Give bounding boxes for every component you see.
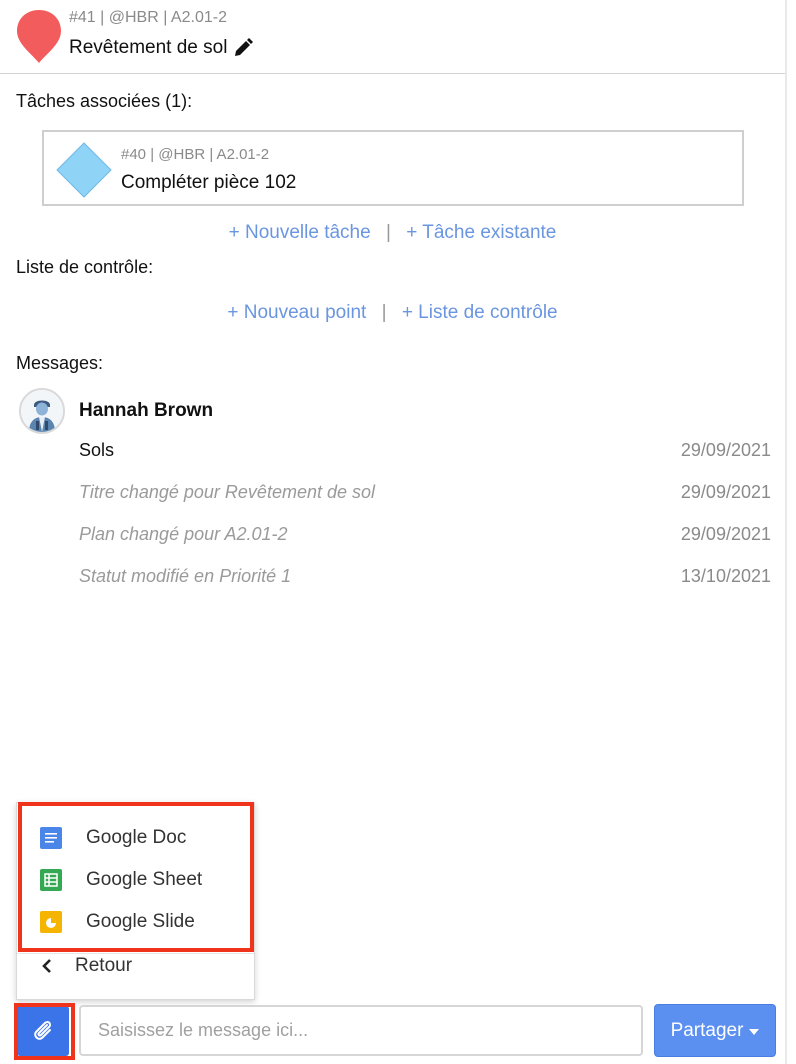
right-divider xyxy=(785,0,787,1064)
message-text: Statut modifié en Priorité 1 xyxy=(79,566,292,586)
google-sheet-icon xyxy=(40,869,62,891)
menu-item-label: Google Doc xyxy=(86,827,187,848)
message-row: Titre changé pour Revêtement de sol 29/0… xyxy=(79,482,771,506)
pencil-icon[interactable] xyxy=(233,38,254,58)
messages-label: Messages: xyxy=(16,353,104,373)
associated-tasks-label: Tâches associées (1): xyxy=(16,91,193,111)
map-pin-icon xyxy=(17,10,61,63)
attachment-menu: Google Doc Google Sheet Google Slide Ret… xyxy=(16,802,255,1000)
task-header: #41 | @HBR | A2.01-2 Revêtement de sol xyxy=(0,0,785,74)
caret-down-icon xyxy=(749,1028,760,1035)
share-button[interactable]: Partager xyxy=(654,1004,776,1057)
message-row: Statut modifié en Priorité 1 13/10/2021 xyxy=(79,566,771,590)
attach-button[interactable] xyxy=(17,1006,69,1056)
menu-item-back[interactable]: Retour xyxy=(17,946,254,986)
menu-item-label: Google Slide xyxy=(86,911,195,932)
google-doc-icon xyxy=(40,827,62,849)
menu-item-label: Retour xyxy=(75,955,133,976)
checklist-label: Liste de contrôle: xyxy=(16,257,154,277)
chevron-left-icon xyxy=(42,959,51,973)
menu-item-google-slide[interactable]: Google Slide xyxy=(17,902,254,942)
user-avatar-icon xyxy=(21,390,63,432)
message-date: 29/09/2021 xyxy=(680,524,771,544)
task-title: Revêtement de sol xyxy=(69,37,228,58)
message-input[interactable] xyxy=(79,1005,643,1056)
google-slide-icon xyxy=(40,911,62,933)
message-text: Titre changé pour Revêtement de sol xyxy=(79,482,376,502)
message-text: Sols xyxy=(79,440,115,460)
message-row: Sols 29/09/2021 xyxy=(79,440,771,464)
message-date: 13/10/2021 xyxy=(680,566,771,586)
task-reference: #41 | @HBR | A2.01-2 xyxy=(69,9,227,26)
menu-item-google-doc[interactable]: Google Doc xyxy=(17,818,254,858)
link-separator: | xyxy=(381,302,387,323)
new-point-link[interactable]: + Nouveau point xyxy=(227,302,366,323)
message-date: 29/09/2021 xyxy=(680,440,771,460)
associated-task-card[interactable]: #40 | @HBR | A2.01-2 Compléter pièce 102 xyxy=(42,130,744,206)
link-separator: | xyxy=(385,222,391,243)
existing-task-link[interactable]: + Tâche existante xyxy=(406,222,556,243)
checklist-links: + Nouveau point | + Liste de contrôle xyxy=(0,302,785,324)
new-task-link[interactable]: + Nouvelle tâche xyxy=(229,222,371,243)
share-button-label: Partager xyxy=(670,1019,744,1041)
associated-task-title: Compléter pièce 102 xyxy=(121,172,297,193)
message-date: 29/09/2021 xyxy=(680,482,771,502)
diamond-icon xyxy=(56,142,112,198)
task-links: + Nouvelle tâche | + Tâche existante xyxy=(0,222,785,244)
checklist-link[interactable]: + Liste de contrôle xyxy=(402,302,558,323)
paperclip-icon xyxy=(34,1020,52,1040)
associated-task-ref: #40 | @HBR | A2.01-2 xyxy=(121,146,270,163)
menu-item-google-sheet[interactable]: Google Sheet xyxy=(17,860,254,900)
message-text: Plan changé pour A2.01-2 xyxy=(79,524,288,544)
task-title-row: Revêtement de sol xyxy=(69,37,254,59)
message-author: Hannah Brown xyxy=(79,400,214,421)
message-row: Plan changé pour A2.01-2 29/09/2021 xyxy=(79,524,771,548)
avatar xyxy=(19,388,65,434)
menu-item-label: Google Sheet xyxy=(86,869,203,890)
